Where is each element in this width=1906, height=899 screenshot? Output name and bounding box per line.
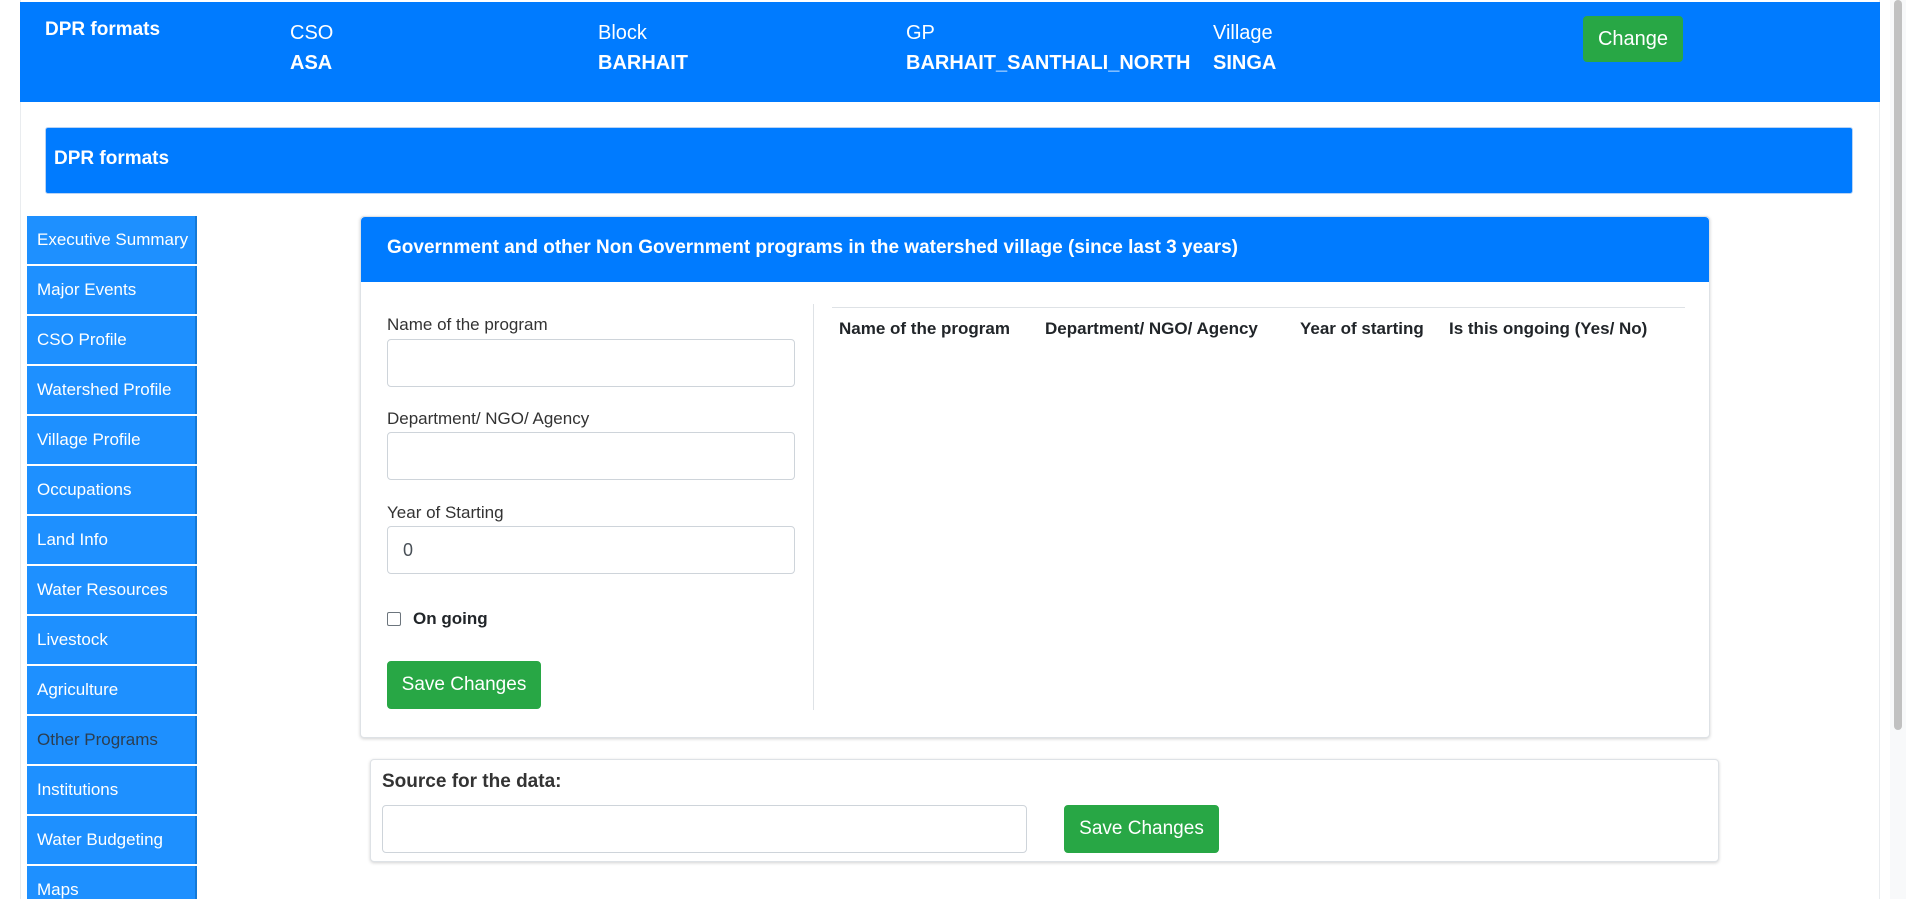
column-header-program: Name of the program [839, 319, 1010, 338]
sidebar-item-other-programs[interactable]: Other Programs [27, 716, 197, 764]
sidebar-item-village-profile[interactable]: Village Profile [27, 416, 197, 464]
brand-title: DPR formats [45, 19, 161, 40]
village-value: SINGA [1213, 52, 1277, 74]
sidebar-item-livestock[interactable]: Livestock [27, 616, 197, 664]
column-header-ongoing: Is this ongoing (Yes/ No) [1449, 319, 1648, 338]
ongoing-checkbox[interactable] [387, 612, 401, 626]
department-label: Department/ NGO/ Agency [387, 409, 590, 428]
sidebar-item-agriculture[interactable]: Agriculture [27, 666, 197, 714]
year-label: Year of Starting [387, 503, 504, 522]
column-header-department: Department/ NGO/ Agency [1045, 319, 1258, 338]
column-header-year: Year of starting [1300, 319, 1424, 338]
section-header: DPR formats [45, 127, 1853, 194]
sidebar-item-maps[interactable]: Maps [27, 866, 197, 899]
save-source-button[interactable]: Save Changes [1064, 805, 1219, 853]
scrollbar-thumb[interactable] [1894, 0, 1902, 730]
gp-label: GP [906, 22, 935, 44]
sidebar-item-executive-summary[interactable]: Executive Summary [27, 216, 197, 264]
source-input[interactable] [382, 805, 1027, 853]
cso-label: CSO [290, 22, 334, 44]
program-name-label: Name of the program [387, 315, 548, 334]
sidebar-item-major-events[interactable]: Major Events [27, 266, 197, 314]
village-field: Village SINGA [1213, 22, 1276, 75]
column-divider [813, 304, 814, 710]
save-program-button[interactable]: Save Changes [387, 661, 541, 709]
program-name-input[interactable] [387, 339, 795, 387]
sidebar-item-occupations[interactable]: Occupations [27, 466, 197, 514]
page-scrollbar[interactable] [1890, 0, 1906, 899]
sidebar-item-water-budgeting[interactable]: Water Budgeting [27, 816, 197, 864]
source-section: Source for the data: Save Changes [370, 759, 1719, 862]
sidebar-item-watershed-profile[interactable]: Watershed Profile [27, 366, 197, 414]
ongoing-row: On going [387, 609, 488, 629]
programs-table: Name of the program Department/ NGO/ Age… [832, 307, 1685, 347]
sidebar-item-institutions[interactable]: Institutions [27, 766, 197, 814]
table-header: Name of the program Department/ NGO/ Age… [832, 307, 1685, 347]
cso-value: ASA [290, 52, 333, 74]
top-bar: DPR formats CSO ASA Block BARHAIT GP BAR… [20, 2, 1880, 102]
block-value: BARHAIT [598, 52, 688, 74]
programs-card: Government and other Non Government prog… [360, 216, 1710, 738]
sidebar-nav: Executive Summary Major Events CSO Profi… [27, 216, 197, 899]
ongoing-label: On going [413, 609, 488, 628]
cso-field: CSO ASA [290, 22, 333, 75]
gp-value: BARHAIT_SANTHALI_NORTH [906, 52, 1191, 74]
year-input[interactable] [387, 526, 795, 574]
source-label: Source for the data: [382, 771, 562, 792]
change-button[interactable]: Change [1583, 16, 1683, 62]
block-field: Block BARHAIT [598, 22, 688, 75]
sidebar-item-cso-profile[interactable]: CSO Profile [27, 316, 197, 364]
card-title: Government and other Non Government prog… [361, 217, 1709, 282]
sidebar-item-water-resources[interactable]: Water Resources [27, 566, 197, 614]
sidebar-item-land-info[interactable]: Land Info [27, 516, 197, 564]
block-label: Block [598, 22, 647, 44]
gp-field: GP BARHAIT_SANTHALI_NORTH [906, 22, 1190, 75]
village-label: Village [1213, 22, 1273, 44]
department-input[interactable] [387, 432, 795, 480]
